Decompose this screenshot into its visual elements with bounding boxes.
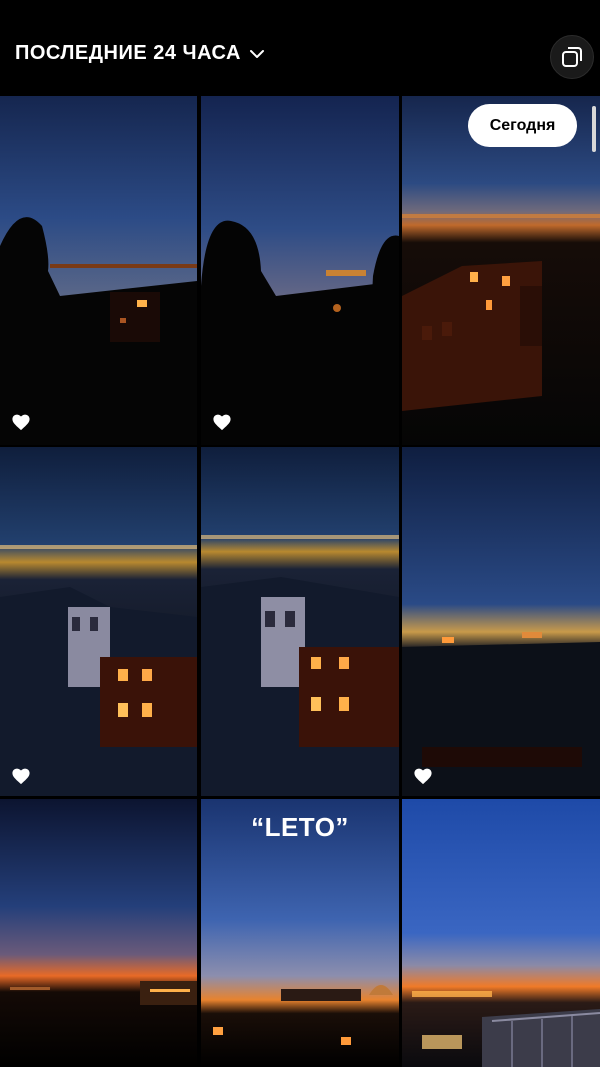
photo-1-image — [0, 96, 197, 445]
copy-stack-icon — [562, 47, 582, 67]
heart-icon — [213, 414, 231, 431]
photo-2[interactable] — [201, 96, 399, 445]
photo-4[interactable] — [0, 447, 197, 796]
scrollbar[interactable] — [592, 106, 596, 152]
album-selector[interactable]: ПОСЛЕДНИЕ 24 ЧАСА — [15, 42, 265, 65]
chevron-down-icon — [249, 49, 264, 58]
heart-icon — [12, 768, 30, 785]
photo-7[interactable] — [0, 799, 197, 1067]
multi-select-button[interactable] — [550, 35, 594, 79]
heart-icon — [12, 414, 30, 431]
photo-6[interactable] — [402, 447, 600, 796]
top-bar: ПОСЛЕДНИЕ 24 ЧАСА — [0, 0, 600, 96]
photo-3[interactable] — [402, 96, 600, 445]
photo-9[interactable] — [402, 799, 600, 1067]
today-button[interactable]: Сегодня — [468, 104, 577, 147]
photo-4-image — [0, 447, 197, 796]
photo-5[interactable] — [201, 447, 399, 796]
photo-8-text-overlay: “LETO” — [251, 812, 349, 842]
heart-icon — [414, 768, 432, 785]
photo-grid — [0, 96, 600, 1067]
photo-5-image — [201, 447, 399, 796]
photo-6-image — [402, 447, 600, 796]
photo-2-image — [201, 96, 399, 445]
photo-1[interactable] — [0, 96, 197, 445]
photo-3-image — [402, 96, 600, 445]
album-title: ПОСЛЕДНИЕ 24 ЧАСА — [15, 42, 241, 64]
photo-9-image — [402, 799, 600, 1067]
photo-7-image — [0, 799, 197, 1067]
